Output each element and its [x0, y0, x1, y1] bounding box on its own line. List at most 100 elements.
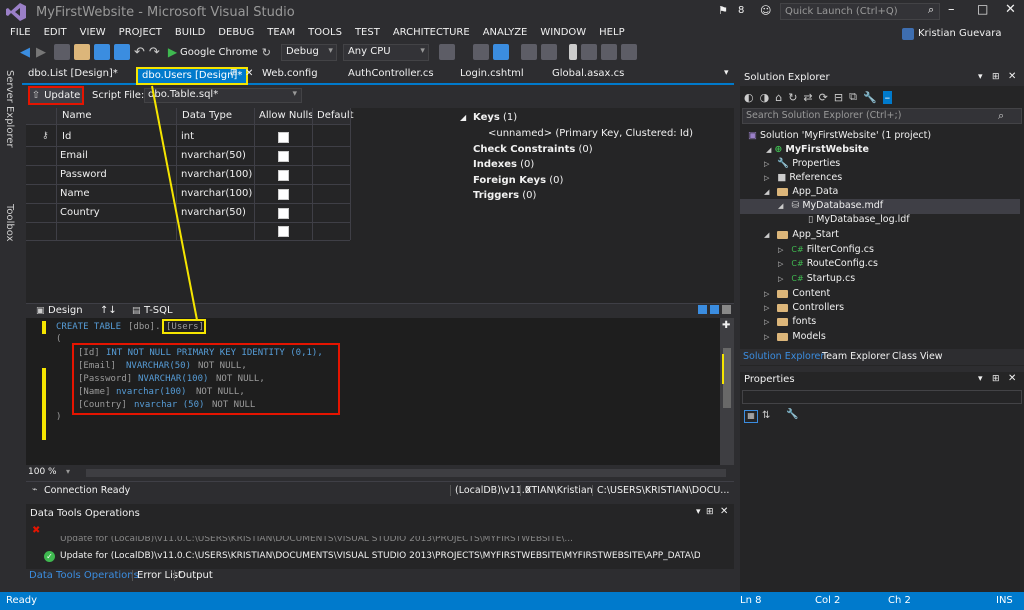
- row-id-name[interactable]: Id: [62, 131, 71, 142]
- se-home-icon[interactable]: ⌂: [775, 91, 782, 104]
- horizontal-split-icon[interactable]: [698, 305, 707, 314]
- menu-debug[interactable]: DEBUG: [218, 27, 254, 38]
- prev-bookmark-icon[interactable]: [580, 44, 597, 60]
- se-search-input[interactable]: Search Solution Explorer (Ctrl+;): [742, 108, 1022, 124]
- row-new-allow-nulls-checkbox[interactable]: [278, 226, 289, 237]
- row-password-name[interactable]: Password: [60, 169, 107, 180]
- close-button[interactable]: ✕: [1005, 2, 1016, 17]
- design-pane-tab[interactable]: Design: [48, 305, 83, 316]
- bookmark-icon[interactable]: [568, 44, 577, 60]
- forward-icon[interactable]: ▶: [36, 45, 46, 60]
- open-file-icon[interactable]: [74, 44, 90, 60]
- tree-item-app-data[interactable]: ◢ App_Data: [764, 186, 838, 197]
- quick-launch-input[interactable]: Quick Launch (Ctrl+Q): [780, 3, 940, 20]
- tree-item-content[interactable]: ▷ Content: [764, 288, 830, 299]
- script-file-dropdown[interactable]: dbo.Table.sql* ▾: [144, 88, 302, 103]
- notification-flag-icon[interactable]: ⚑: [718, 4, 728, 17]
- alphabetical-icon[interactable]: ⇅: [762, 410, 770, 421]
- tree-item-models[interactable]: ▷ Models: [764, 331, 826, 342]
- undo-icon[interactable]: ↶: [134, 45, 145, 60]
- tab-global-asax[interactable]: Global.asax.cs: [552, 68, 624, 79]
- split-editor-icon[interactable]: ✚: [722, 320, 730, 331]
- save-icon[interactable]: [94, 44, 110, 60]
- tab-login-cshtml[interactable]: Login.cshtml: [460, 68, 524, 79]
- tree-item-references[interactable]: ▷ ■ References: [764, 172, 842, 183]
- server-explorer-tab[interactable]: Server Explorer: [4, 70, 15, 148]
- se-properties-icon[interactable]: 🔧: [863, 91, 877, 104]
- menu-help[interactable]: HELP: [599, 27, 624, 38]
- user-name[interactable]: Kristian Guevara: [918, 28, 1002, 39]
- row-name-allow-nulls-checkbox[interactable]: [278, 189, 289, 200]
- save-all-icon[interactable]: [114, 44, 130, 60]
- dto-dropdown-icon[interactable]: ▾: [696, 507, 701, 517]
- browser-selector[interactable]: Google Chrome: [180, 47, 258, 58]
- se-pin-icon[interactable]: ⊞: [992, 72, 1000, 82]
- tab-team-explorer[interactable]: Team Explorer: [822, 351, 890, 362]
- menu-team[interactable]: TEAM: [267, 27, 295, 38]
- tree-item-properties[interactable]: ▷ 🔧 Properties: [764, 158, 840, 169]
- menu-architecture[interactable]: ARCHITECTURE: [393, 27, 470, 38]
- toolbox-tab[interactable]: Toolbox: [4, 204, 15, 242]
- tree-item-project[interactable]: ◢ ⊕ MyFirstWebsite: [766, 144, 869, 155]
- editor-scrollbar[interactable]: ✚: [720, 318, 734, 465]
- row-email-type[interactable]: nvarchar(50): [181, 150, 246, 161]
- se-collapse-icon[interactable]: ⊟: [834, 91, 843, 104]
- tab-data-tools-operations[interactable]: Data Tools Operations: [29, 570, 139, 581]
- next-bookmark-icon[interactable]: [600, 44, 617, 60]
- platform-dropdown[interactable]: Any CPU: [342, 43, 429, 61]
- user-avatar[interactable]: [902, 28, 914, 40]
- col-header-name[interactable]: Name: [62, 110, 92, 121]
- zoom-dropdown-icon[interactable]: ▾: [66, 467, 70, 476]
- tab-auth-controller[interactable]: AuthController.cs: [348, 68, 434, 79]
- update-button[interactable]: ⇧ Update: [28, 86, 84, 105]
- col-header-allow-nulls[interactable]: Allow Nulls: [259, 110, 313, 121]
- new-project-icon[interactable]: [54, 44, 70, 60]
- zoom-level[interactable]: 100 %: [28, 467, 57, 477]
- property-pages-icon[interactable]: 🔧: [786, 409, 798, 420]
- se-back-icon[interactable]: ◐: [744, 91, 754, 104]
- tree-item-mydatabase-log[interactable]: ▯ MyDatabase_log.ldf: [808, 214, 910, 225]
- dto-pin-icon[interactable]: ⊞: [706, 507, 714, 517]
- se-sync-icon[interactable]: ⇄: [803, 91, 812, 104]
- row-country-allow-nulls-checkbox[interactable]: [278, 208, 289, 219]
- swap-panes-button[interactable]: ↑↓: [100, 305, 117, 316]
- row-country-name[interactable]: Country: [60, 207, 100, 218]
- tsql-pane-tab[interactable]: T-SQL: [144, 305, 173, 316]
- tree-item-controllers[interactable]: ▷ Controllers: [764, 302, 844, 313]
- triggers-label[interactable]: Triggers: [473, 190, 519, 201]
- row-email-allow-nulls-checkbox[interactable]: [278, 151, 289, 162]
- maximize-button[interactable]: □: [977, 2, 988, 16]
- vertical-split-icon[interactable]: [710, 305, 719, 314]
- menu-project[interactable]: PROJECT: [119, 27, 162, 38]
- row-id-type[interactable]: int: [181, 131, 194, 142]
- layout-icon[interactable]: [492, 44, 509, 60]
- se-preview-icon[interactable]: –: [882, 90, 893, 104]
- pin-tab-icon[interactable]: ⊞: [230, 68, 238, 78]
- menu-file[interactable]: FILE: [10, 27, 31, 38]
- minimize-button[interactable]: –: [948, 2, 955, 17]
- row-country-type[interactable]: nvarchar(50): [181, 207, 246, 218]
- tab-output[interactable]: Output: [174, 570, 213, 581]
- foreign-keys-label[interactable]: Foreign Keys: [473, 175, 546, 186]
- tree-item-startup[interactable]: ▷ C# Startup.cs: [778, 273, 855, 284]
- tab-web-config[interactable]: Web.config: [262, 68, 318, 79]
- tab-class-view[interactable]: Class View: [892, 351, 943, 362]
- editor-scroll-thumb[interactable]: [723, 348, 731, 408]
- se-history-icon[interactable]: ↻: [788, 91, 797, 104]
- uncomment-icon[interactable]: [540, 44, 557, 60]
- menu-view[interactable]: VIEW: [80, 27, 106, 38]
- check-constraints-label[interactable]: Check Constraints: [473, 144, 575, 155]
- col-header-default[interactable]: Default: [317, 110, 354, 121]
- tsql-editor[interactable]: CREATE TABLE [dbo]. [Users] ( [Id] INT N…: [26, 318, 720, 465]
- row-password-allow-nulls-checkbox[interactable]: [278, 170, 289, 181]
- props-dropdown-icon[interactable]: ▾: [978, 374, 983, 384]
- se-forward-icon[interactable]: ◑: [760, 91, 770, 104]
- menu-edit[interactable]: EDIT: [44, 27, 67, 38]
- row-name-name[interactable]: Name: [60, 188, 90, 199]
- tree-item-solution[interactable]: ▣ Solution 'MyFirstWebsite' (1 project): [748, 130, 931, 141]
- tree-item-routeconfig[interactable]: ▷ C# RouteConfig.cs: [778, 258, 878, 269]
- dto-close-icon[interactable]: ✕: [720, 506, 728, 517]
- tree-item-mydatabase-mdf[interactable]: ◢ ⛁ MyDatabase.mdf: [778, 200, 883, 211]
- row-name-type[interactable]: nvarchar(100): [181, 188, 252, 199]
- props-object-selector[interactable]: [742, 390, 1022, 404]
